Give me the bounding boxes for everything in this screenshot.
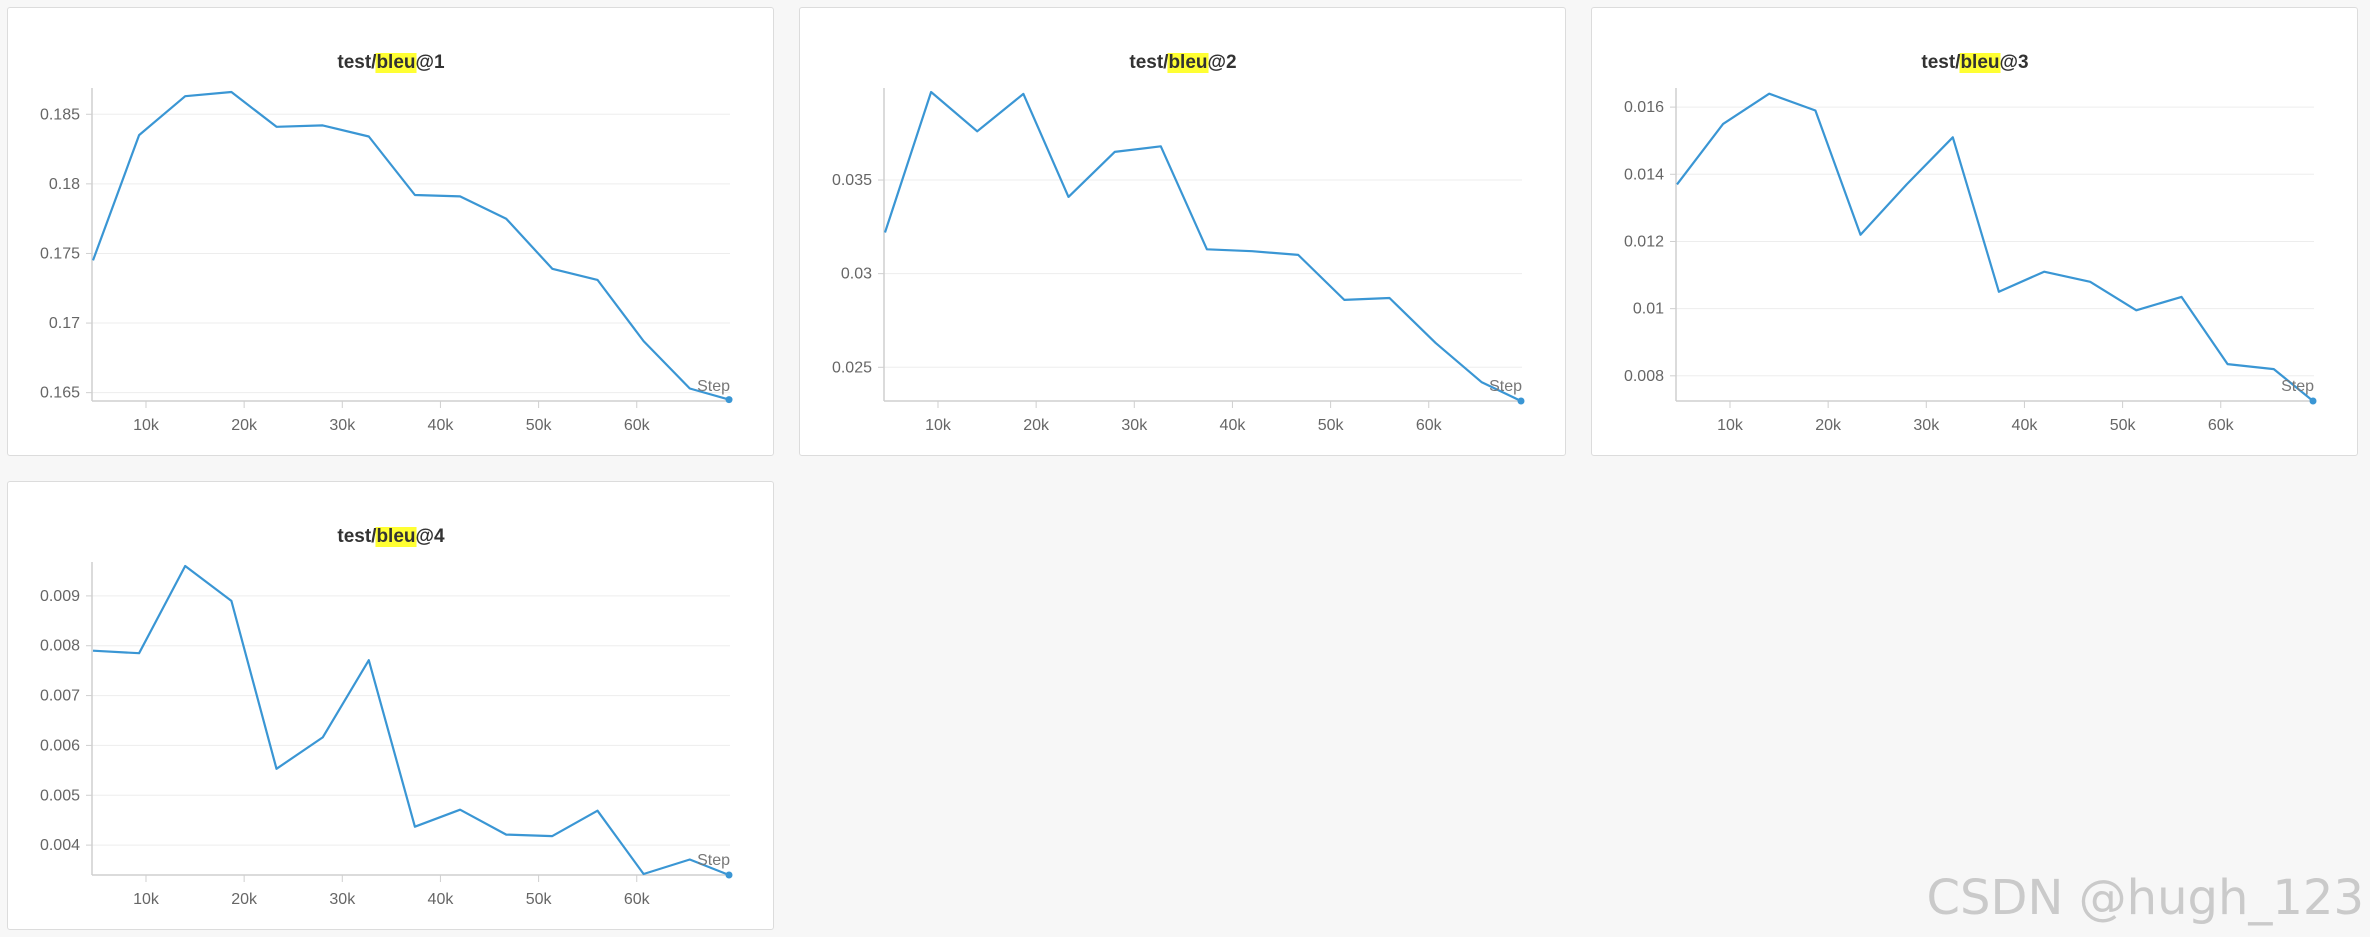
series-end-point: [725, 871, 733, 879]
x-tick-label: 60k: [624, 417, 651, 434]
title-highlight: bleu: [376, 526, 415, 547]
chart-panel-bleu-1[interactable]: test/bleu@1 0.165 0.17 0.175 0.18 0.185 10k 20…: [7, 7, 774, 456]
x-tick-label: 40k: [2012, 417, 2039, 434]
x-tick-label: 30k: [329, 891, 356, 908]
series-line: [92, 564, 730, 877]
x-tick-label: 60k: [2208, 417, 2235, 434]
x-tick-label: 40k: [428, 417, 455, 434]
x-tick-label: 10k: [1717, 417, 1744, 434]
y-tick-label: 0.03: [841, 266, 872, 283]
series-end-point: [1517, 397, 1525, 405]
y-tick-label: 0.175: [40, 245, 80, 262]
x-tick-label: 10k: [133, 891, 160, 908]
chart-title: test/bleu@2: [1129, 52, 1236, 73]
x-tick-label: 50k: [2110, 417, 2137, 434]
x-tick-label: 60k: [1416, 417, 1443, 434]
plot-area: 0.025 0.03 0.035 10k 20k 30k 40k 50k 60k: [832, 88, 1525, 434]
series-line: [883, 90, 1522, 402]
x-tick-label: 30k: [1913, 417, 1940, 434]
series-end-point: [725, 396, 733, 404]
chart-title: test/bleu@3: [1921, 52, 2028, 73]
x-tick-label: 20k: [231, 417, 258, 434]
y-tick-label: 0.007: [40, 688, 80, 705]
x-axis-label: Step: [1489, 378, 1522, 395]
chart-svg: test/bleu@3 0.008 0.01 0.012 0.014 0.016 10k 2…: [1624, 52, 2317, 434]
y-tick-label: 0.025: [832, 359, 872, 376]
x-tick-label: 10k: [925, 417, 952, 434]
chart-svg: test/bleu@4 0.0040.0050.0060.0070.0080.0…: [40, 526, 733, 908]
chart-title: test/bleu@1: [337, 52, 445, 73]
y-tick-label: 0.008: [1624, 368, 1664, 385]
y-tick-label: 0.006: [40, 737, 80, 754]
plot-area: 0.008 0.01 0.012 0.014 0.016 10k 20k 30k 40k 50k 6…: [1624, 88, 2317, 434]
y-tick-label: 0.014: [1624, 166, 1664, 183]
y-tick-label: 0.17: [49, 315, 80, 332]
x-axis-label: Step: [697, 378, 730, 395]
x-tick-label: 60k: [624, 891, 651, 908]
y-tick-label: 0.185: [40, 106, 80, 123]
series-end-point: [2309, 397, 2317, 405]
watermark-text: CSDN @hugh_123: [1926, 870, 2364, 926]
series-line: [91, 90, 730, 401]
x-tick-label: 30k: [1121, 417, 1148, 434]
x-tick-label: 50k: [526, 417, 553, 434]
chart-panel-bleu-4[interactable]: test/bleu@4 0.004 0.005 0.006 0.007 0.008 0.0…: [7, 481, 774, 930]
chart-svg: test/bleu@2 0.025 0.03 0.035 10k 20k 30k 40k 50…: [832, 52, 1525, 434]
y-tick-label: 0.009: [40, 588, 80, 605]
x-tick-label: 10k: [133, 417, 160, 434]
x-tick-label: 20k: [1023, 417, 1050, 434]
chart-title: test/bleu@4: [337, 526, 445, 547]
y-tick-label: 0.18: [49, 176, 80, 193]
x-axis-label: Step: [697, 852, 730, 869]
series-line: [1676, 92, 2314, 402]
plot-area: 0.165 0.17 0.175 0.18 0.185 10k 20k 30k 40k 50k 60…: [40, 88, 733, 434]
title-highlight: bleu: [1168, 52, 1207, 73]
y-tick-label: 0.008: [40, 638, 80, 655]
x-tick-label: 40k: [1220, 417, 1247, 434]
chart-panel-bleu-2[interactable]: test/bleu@2 0.025 0.03 0.035 10k 20k 30k 40k 50…: [799, 7, 1566, 456]
y-tick-label: 0.016: [1624, 99, 1664, 116]
x-tick-label: 50k: [526, 891, 553, 908]
chart-svg: test/bleu@1 0.165 0.17 0.175 0.18 0.185 10k 20…: [40, 52, 733, 434]
x-tick-label: 20k: [1815, 417, 1842, 434]
y-tick-label: 0.165: [40, 385, 80, 402]
x-tick-label: 30k: [329, 417, 356, 434]
chart-panel-bleu-3[interactable]: test/bleu@3 0.008 0.01 0.012 0.014 0.016 10k 2…: [1591, 7, 2358, 456]
y-tick-label: 0.035: [832, 172, 872, 189]
title-highlight: bleu: [376, 52, 415, 73]
y-tick-label: 0.005: [40, 787, 80, 804]
y-tick-label: 0.012: [1624, 233, 1664, 250]
x-tick-label: 50k: [1318, 417, 1345, 434]
x-tick-label: 40k: [428, 891, 455, 908]
plot-area: 0.004 0.005 0.006 0.007 0.008 0.009 10k 20k 30k 4…: [40, 562, 733, 908]
x-axis-label: Step: [2281, 378, 2314, 395]
title-highlight: bleu: [1960, 52, 1999, 73]
x-tick-label: 20k: [231, 891, 258, 908]
y-tick-label: 0.004: [40, 837, 80, 854]
y-tick-label: 0.01: [1633, 301, 1664, 318]
